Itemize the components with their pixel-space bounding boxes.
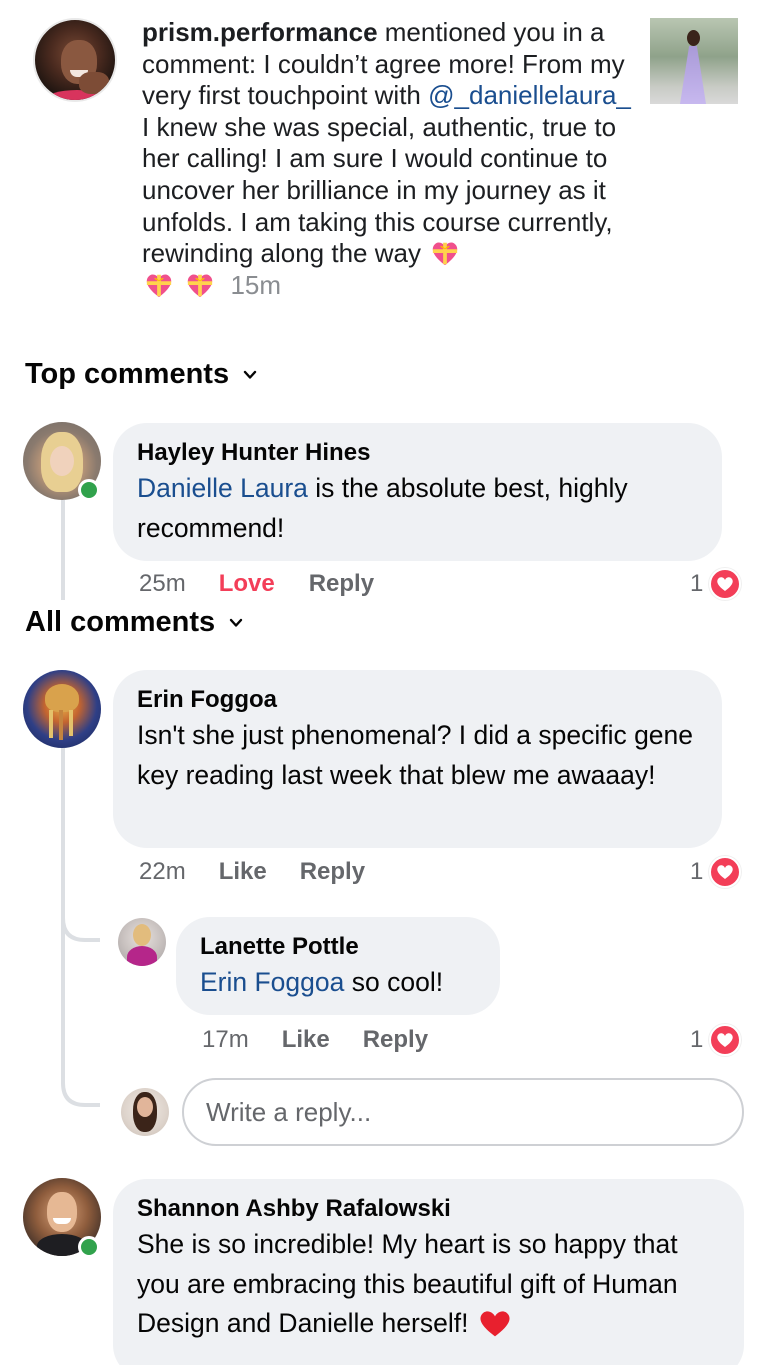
comment-text: Danielle Laura is the absolute best, hig… — [137, 469, 698, 548]
heart-reaction-icon — [709, 568, 742, 600]
reply-input[interactable]: Write a reply... — [182, 1078, 744, 1146]
avatar[interactable] — [118, 918, 166, 966]
avatar[interactable] — [23, 670, 101, 748]
comment-bubble[interactable]: Shannon Ashby Rafalowski She is so incre… — [113, 1179, 744, 1365]
online-status-dot — [78, 1236, 100, 1258]
comment-text: Isn't she just phenomenal? I did a speci… — [137, 720, 694, 790]
reaction-summary[interactable]: 1 — [690, 1024, 742, 1056]
comment-time: 22m — [139, 858, 186, 885]
reaction-count: 1 — [690, 1026, 704, 1053]
reaction-count: 1 — [690, 570, 704, 597]
top-comments-label: Top comments — [25, 358, 230, 390]
comment-text: She is so incredible! My heart is so hap… — [137, 1225, 720, 1344]
chevron-down-icon — [229, 618, 243, 627]
reaction-summary[interactable]: 1 — [690, 568, 742, 600]
comment-mention[interactable]: Danielle Laura — [137, 473, 308, 503]
comment-bubble[interactable]: Erin Foggoa Isn't she just phenomenal? I… — [113, 670, 722, 848]
reply-time: 17m — [202, 1026, 249, 1053]
reply-text: Erin Foggoa so cool! — [200, 963, 476, 1003]
reply-text-content: so cool! — [344, 967, 444, 997]
post-thumbnail[interactable] — [650, 18, 738, 104]
all-comments-filter[interactable]: All comments — [25, 606, 243, 639]
reply-button[interactable]: Reply — [300, 858, 365, 886]
chevron-down-icon — [243, 370, 257, 379]
all-comments-label: All comments — [25, 606, 216, 638]
reaction-summary[interactable]: 1 — [690, 856, 742, 888]
reply-actions: 17m Like Reply — [202, 1026, 428, 1054]
comment-time: 25m — [139, 570, 186, 597]
heart-reaction-icon — [709, 856, 742, 888]
comment-author[interactable]: Shannon Ashby Rafalowski — [137, 1193, 720, 1225]
love-reaction-button[interactable]: Love — [219, 570, 275, 598]
notification-avatar[interactable] — [33, 18, 117, 102]
comment-actions: 25m Love Reply — [139, 570, 374, 598]
gift-heart-icon — [144, 271, 174, 299]
notification-text[interactable]: prism.performance mentioned you in a com… — [142, 17, 632, 301]
reply-button[interactable]: Reply — [309, 570, 374, 598]
notification-mention[interactable]: @_daniellelaura_ — [428, 80, 631, 110]
gift-heart-icon — [185, 271, 215, 299]
notification-username[interactable]: prism.performance — [142, 17, 378, 47]
like-button[interactable]: Like — [219, 858, 267, 886]
reply-bubble[interactable]: Lanette Pottle Erin Foggoa so cool! — [176, 917, 500, 1015]
comment-actions: 22m Like Reply — [139, 858, 365, 886]
thread-connector — [61, 748, 100, 1107]
current-user-avatar — [121, 1088, 169, 1136]
top-comments-filter[interactable]: Top comments — [25, 358, 257, 391]
comment-bubble[interactable]: Hayley Hunter Hines Danielle Laura is th… — [113, 423, 722, 561]
red-heart-icon — [480, 1311, 510, 1337]
notification-text-part2: I knew she was special, authentic, true … — [142, 111, 617, 269]
notification-time: 15m — [230, 269, 282, 300]
comment-author[interactable]: Erin Foggoa — [137, 684, 698, 716]
reply-input-placeholder: Write a reply... — [206, 1096, 372, 1127]
reply-button[interactable]: Reply — [363, 1026, 428, 1054]
like-button[interactable]: Like — [282, 1026, 330, 1054]
online-status-dot — [78, 479, 100, 501]
reaction-count: 1 — [690, 858, 704, 885]
comment-text-content: She is so incredible! My heart is so hap… — [137, 1229, 678, 1338]
reply-author[interactable]: Lanette Pottle — [200, 931, 476, 963]
reply-mention[interactable]: Erin Foggoa — [200, 967, 344, 997]
gift-heart-icon — [430, 239, 460, 267]
thread-line — [61, 500, 65, 600]
heart-reaction-icon — [709, 1024, 742, 1056]
comment-author[interactable]: Hayley Hunter Hines — [137, 437, 698, 469]
